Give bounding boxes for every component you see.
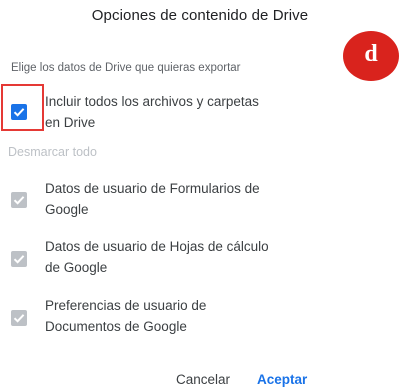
checkmark-icon	[13, 255, 25, 264]
include-all-label-line1: Incluir todos los archivos y carpetas	[45, 94, 259, 109]
docs-prefs-checkbox	[11, 310, 27, 326]
dialog-subtitle: Elige los datos de Drive que quieras exp…	[11, 62, 241, 74]
deselect-all-link[interactable]: Desmarcar todo	[8, 145, 97, 159]
cancel-button[interactable]: Cancelar	[176, 372, 230, 387]
forms-data-checkbox	[11, 192, 27, 208]
sheets-data-label-line2: de Google	[45, 260, 108, 275]
forms-data-label-line2: Google	[45, 202, 89, 217]
include-all-checkbox[interactable]	[11, 104, 27, 120]
checkmark-icon	[13, 314, 25, 323]
checkmark-icon	[13, 108, 25, 117]
forms-data-label-line1: Datos de usuario de Formularios de	[45, 181, 260, 196]
docs-prefs-label-line1: Preferencias de usuario de	[45, 298, 207, 313]
docs-prefs-label-line2: Documentos de Google	[45, 319, 187, 334]
accept-button[interactable]: Aceptar	[257, 372, 307, 387]
include-all-label-line2: en Drive	[45, 115, 96, 130]
dialog-title: Opciones de contenido de Drive	[91, 7, 309, 24]
sheets-data-checkbox	[11, 251, 27, 267]
drive-content-options-dialog: Opciones de contenido de Drive d Elige l…	[0, 0, 400, 387]
checkmark-icon	[13, 196, 25, 205]
step-badge: d	[343, 31, 399, 81]
sheets-data-label-line1: Datos de usuario de Hojas de cálculo	[45, 239, 269, 254]
